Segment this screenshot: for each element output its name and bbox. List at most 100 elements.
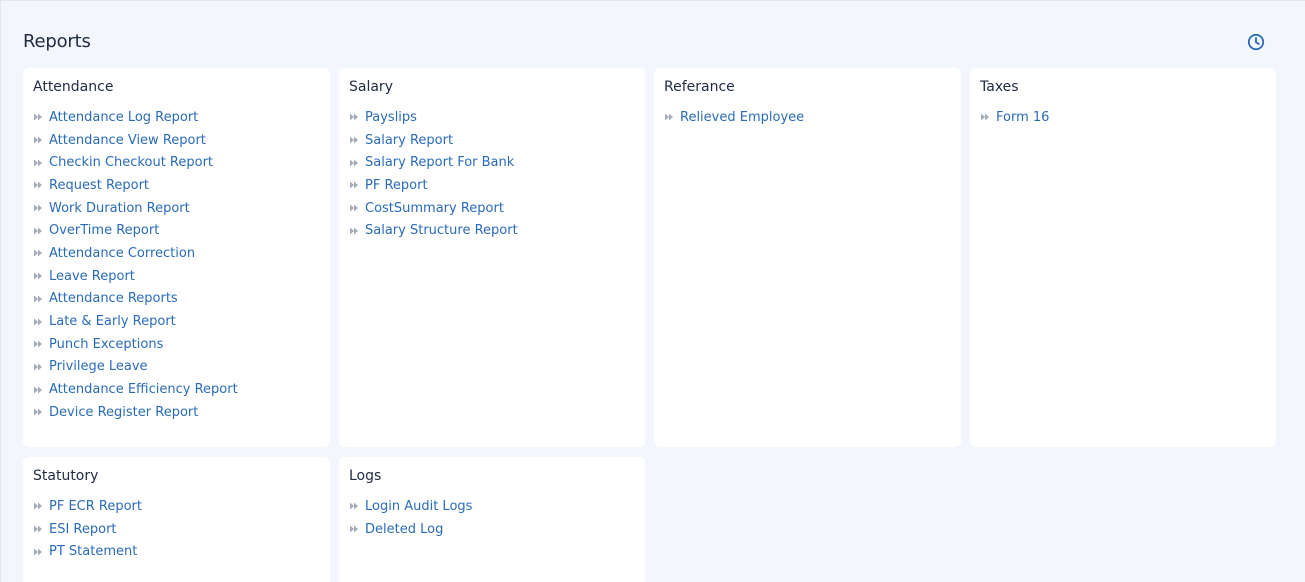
double-chevron-right-icon bbox=[350, 113, 358, 121]
report-link-label: PF Report bbox=[365, 177, 428, 193]
report-link[interactable]: PT Statement bbox=[33, 540, 142, 563]
card-title: Attendance bbox=[33, 79, 114, 95]
report-link-label: Privilege Leave bbox=[49, 359, 148, 375]
page-title: Reports bbox=[23, 31, 91, 52]
report-link[interactable]: Salary Report For Bank bbox=[349, 151, 518, 174]
report-link[interactable]: Device Register Report bbox=[33, 401, 238, 424]
report-link[interactable]: Salary Report bbox=[349, 129, 518, 152]
clock-icon bbox=[1247, 33, 1265, 51]
report-link-label: Payslips bbox=[365, 109, 417, 125]
double-chevron-right-icon bbox=[350, 136, 358, 144]
report-link[interactable]: Attendance Correction bbox=[33, 242, 238, 265]
report-link-label: Attendance Log Report bbox=[49, 109, 199, 125]
report-card-salary: Salary Payslips Salary Report Salary Report… bbox=[339, 68, 645, 447]
report-link-label: Device Register Report bbox=[49, 404, 199, 420]
report-link-list: PF ECR Report ESI Report PT Statement bbox=[33, 495, 142, 563]
report-link-label: Form 16 bbox=[996, 109, 1050, 125]
report-link-label: CostSummary Report bbox=[365, 200, 504, 216]
report-card-referance: Referance Relieved Employee bbox=[654, 68, 961, 447]
double-chevron-right-icon bbox=[665, 113, 673, 121]
double-chevron-right-icon bbox=[34, 408, 42, 416]
card-title: Salary bbox=[349, 79, 393, 95]
report-card-taxes: Taxes Form 16 bbox=[970, 68, 1276, 447]
report-link[interactable]: Login Audit Logs bbox=[349, 495, 472, 518]
report-link[interactable]: Privilege Leave bbox=[33, 356, 238, 379]
report-card-statutory: Statutory PF ECR Report ESI Report PT State… bbox=[23, 457, 330, 582]
report-link-label: Request Report bbox=[49, 177, 150, 193]
report-link-label: Leave Report bbox=[49, 268, 135, 284]
report-link[interactable]: PF ECR Report bbox=[33, 495, 142, 518]
double-chevron-right-icon bbox=[34, 340, 42, 348]
double-chevron-right-icon bbox=[350, 227, 358, 235]
double-chevron-right-icon bbox=[34, 113, 42, 121]
double-chevron-right-icon bbox=[350, 525, 358, 533]
double-chevron-right-icon bbox=[34, 272, 42, 280]
report-link-label: OverTime Report bbox=[49, 223, 160, 239]
report-link[interactable]: OverTime Report bbox=[33, 219, 238, 242]
report-link-list: Login Audit Logs Deleted Log bbox=[349, 495, 472, 540]
report-link[interactable]: Deleted Log bbox=[349, 518, 472, 541]
report-link-label: ESI Report bbox=[49, 521, 117, 537]
double-chevron-right-icon bbox=[981, 113, 989, 121]
report-link-label: Attendance Correction bbox=[49, 245, 196, 261]
double-chevron-right-icon bbox=[350, 159, 358, 167]
double-chevron-right-icon bbox=[34, 227, 42, 235]
report-link-label: Work Duration Report bbox=[49, 200, 190, 216]
card-title: Referance bbox=[664, 79, 735, 95]
report-card-attendance: Attendance Attendance Log Report Attendanc… bbox=[23, 68, 330, 447]
card-title: Statutory bbox=[33, 468, 99, 484]
report-link[interactable]: CostSummary Report bbox=[349, 197, 518, 220]
report-link[interactable]: Salary Structure Report bbox=[349, 219, 518, 242]
double-chevron-right-icon bbox=[34, 363, 42, 371]
double-chevron-right-icon bbox=[350, 502, 358, 510]
report-link[interactable]: Attendance Reports bbox=[33, 288, 238, 311]
report-link-label: Salary Structure Report bbox=[365, 223, 518, 239]
report-link[interactable]: Payslips bbox=[349, 106, 518, 129]
report-link[interactable]: Punch Exceptions bbox=[33, 333, 238, 356]
report-link-label: Deleted Log bbox=[365, 521, 444, 537]
report-link[interactable]: Attendance Log Report bbox=[33, 106, 238, 129]
report-link-label: Late & Early Report bbox=[49, 314, 176, 330]
report-card-logs: Logs Login Audit Logs Deleted Log bbox=[339, 457, 645, 582]
double-chevron-right-icon bbox=[34, 136, 42, 144]
double-chevron-right-icon bbox=[34, 318, 42, 326]
report-link-label: Salary Report For Bank bbox=[365, 155, 515, 171]
report-link-label: Salary Report bbox=[365, 132, 454, 148]
history-button[interactable] bbox=[1246, 32, 1266, 52]
report-link-label: Attendance View Report bbox=[49, 132, 206, 148]
double-chevron-right-icon bbox=[34, 295, 42, 303]
report-link-label: PT Statement bbox=[49, 544, 138, 560]
report-link-label: Relieved Employee bbox=[680, 109, 805, 125]
double-chevron-right-icon bbox=[34, 181, 42, 189]
double-chevron-right-icon bbox=[350, 181, 358, 189]
card-title: Logs bbox=[349, 468, 382, 484]
double-chevron-right-icon bbox=[34, 249, 42, 257]
reports-page: Reports Attendance Attendance Log Report A… bbox=[0, 0, 1305, 582]
double-chevron-right-icon bbox=[34, 386, 42, 394]
double-chevron-right-icon bbox=[34, 548, 42, 556]
report-link-list: Attendance Log Report Attendance View Rep… bbox=[33, 106, 238, 424]
report-link[interactable]: PF Report bbox=[349, 174, 518, 197]
card-title: Taxes bbox=[980, 79, 1019, 95]
report-link[interactable]: Attendance View Report bbox=[33, 129, 238, 152]
report-link[interactable]: Attendance Efficiency Report bbox=[33, 378, 238, 401]
report-link[interactable]: Late & Early Report bbox=[33, 310, 238, 333]
report-link-list: Payslips Salary Report Salary Report For B… bbox=[349, 106, 518, 242]
report-link-list: Relieved Employee bbox=[664, 106, 804, 129]
report-link[interactable]: Relieved Employee bbox=[664, 106, 804, 129]
report-link[interactable]: Leave Report bbox=[33, 265, 238, 288]
report-link[interactable]: ESI Report bbox=[33, 518, 142, 541]
report-link-label: Login Audit Logs bbox=[365, 498, 473, 514]
report-link[interactable]: Checkin Checkout Report bbox=[33, 151, 238, 174]
double-chevron-right-icon bbox=[34, 525, 42, 533]
report-link-label: Attendance Efficiency Report bbox=[49, 382, 238, 398]
report-link-label: PF ECR Report bbox=[49, 498, 142, 514]
double-chevron-right-icon bbox=[34, 204, 42, 212]
report-link[interactable]: Work Duration Report bbox=[33, 197, 238, 220]
report-link-label: Punch Exceptions bbox=[49, 336, 164, 352]
report-link[interactable]: Request Report bbox=[33, 174, 238, 197]
report-link[interactable]: Form 16 bbox=[980, 106, 1049, 129]
double-chevron-right-icon bbox=[350, 204, 358, 212]
report-link-label: Checkin Checkout Report bbox=[49, 155, 214, 171]
report-link-label: Attendance Reports bbox=[49, 291, 178, 307]
